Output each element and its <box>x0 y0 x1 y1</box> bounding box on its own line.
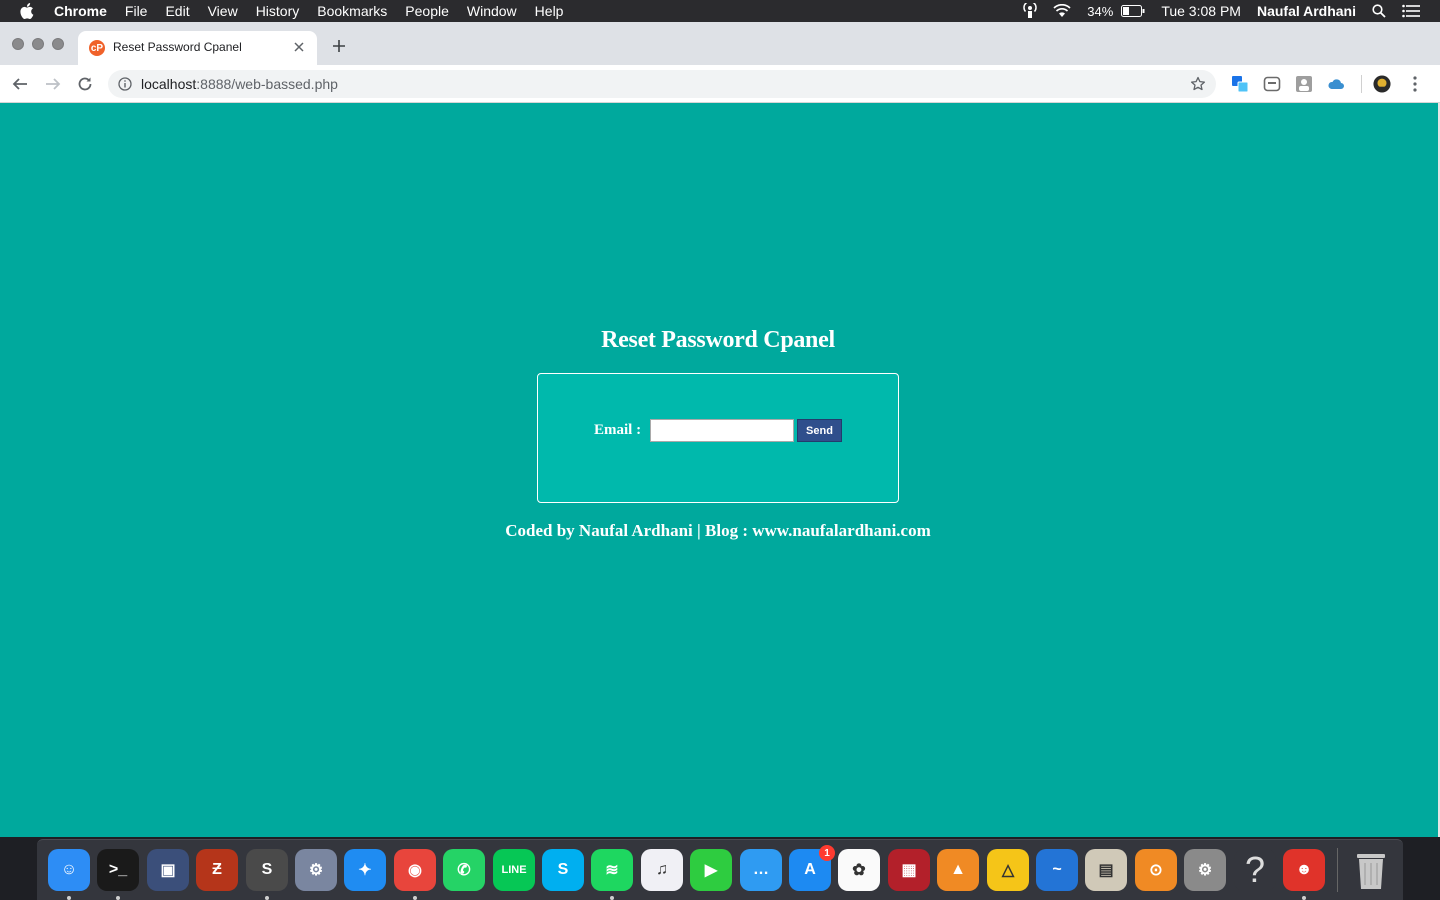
mail-app-icon[interactable]: ~ <box>1036 849 1078 891</box>
reset-form: Email : Send <box>537 373 899 503</box>
tab-close-icon[interactable] <box>291 39 307 55</box>
battery-percent[interactable]: 34% <box>1079 0 1121 22</box>
web-page: Reset Password Cpanel Email : Send Coded… <box>0 103 1438 837</box>
translate-extension-icon[interactable] <box>1231 75 1249 93</box>
running-indicator <box>67 896 71 900</box>
vpn-lock-icon[interactable]: ⊙ <box>1135 849 1177 891</box>
menu-app-chrome[interactable]: Chrome <box>54 0 116 22</box>
sublime-text-icon[interactable]: S <box>246 849 288 891</box>
filezilla-icon[interactable]: Ƶ <box>196 849 238 891</box>
menu-bookmarks[interactable]: Bookmarks <box>308 0 396 22</box>
url-text[interactable]: localhost:8888/web-bassed.php <box>141 76 338 92</box>
messages-icon[interactable]: … <box>740 849 782 891</box>
close-window-button[interactable] <box>12 38 24 50</box>
chrome-icon[interactable]: ◉ <box>394 849 436 891</box>
line-icon[interactable]: LINE <box>493 849 535 891</box>
send-button[interactable]: Send <box>797 419 842 442</box>
url-host: localhost <box>141 76 197 92</box>
footer-credit: Coded by Naufal Ardhani | Blog : www.nau… <box>505 521 931 540</box>
url-path: :8888/web-bassed.php <box>196 76 338 92</box>
bookmark-star-icon[interactable] <box>1190 76 1206 92</box>
menu-window[interactable]: Window <box>458 0 526 22</box>
google-drive-icon[interactable]: △ <box>987 849 1029 891</box>
spotify-icon[interactable]: ≋ <box>591 849 633 891</box>
system-preferences-icon[interactable]: ⚙ <box>1184 849 1226 891</box>
spotlight-search-icon[interactable] <box>1364 0 1394 22</box>
trash-icon[interactable] <box>1350 849 1392 891</box>
battery-icon[interactable] <box>1121 0 1153 22</box>
running-indicator <box>265 896 269 900</box>
menu-bar: Chrome File Edit View History Bookmarks … <box>0 0 1440 22</box>
menu-people[interactable]: People <box>396 0 458 22</box>
preferences-app-icon[interactable]: ⚙ <box>295 849 337 891</box>
apple-menu-icon[interactable] <box>0 0 54 22</box>
hotspot-shield-icon[interactable]: ☻ <box>1283 849 1325 891</box>
finder-icon[interactable]: ☺ <box>48 849 90 891</box>
user-name[interactable]: Naufal Ardhani <box>1249 0 1364 22</box>
photos-icon[interactable]: ✿ <box>838 849 880 891</box>
wifi-icon[interactable] <box>1045 0 1079 22</box>
airdrop-status-icon[interactable] <box>1015 0 1045 22</box>
new-tab-button[interactable] <box>330 37 348 55</box>
skype-icon[interactable]: S <box>542 849 584 891</box>
chrome-menu-icon[interactable] <box>1406 75 1424 93</box>
forward-button[interactable] <box>43 74 63 94</box>
cpanel-favicon-icon: cP <box>89 40 105 56</box>
menu-view[interactable]: View <box>199 0 247 22</box>
back-button[interactable] <box>10 74 30 94</box>
dock: ☺ >_ ▣ Ƶ S ⚙ ✦ ◉ ✆ LINE S ≋ ♫ ▶… A 1 ✿ ▦ ▲ △ ~ ▤ ⊙ ⚙? ☻ <box>37 839 1403 900</box>
email-label: Email : <box>594 422 642 438</box>
calculator-icon[interactable]: ▤ <box>1085 849 1127 891</box>
profile-avatar[interactable] <box>1373 75 1391 93</box>
running-indicator <box>1302 896 1306 900</box>
running-indicator <box>413 896 417 900</box>
address-bar[interactable]: localhost:8888/web-bassed.php <box>108 70 1216 98</box>
itunes-icon[interactable]: ♫ <box>641 849 683 891</box>
help-icon[interactable]: ? <box>1234 849 1276 891</box>
page-title: Reset Password Cpanel <box>601 327 835 353</box>
extension-screen-icon[interactable] <box>1263 75 1281 93</box>
running-indicator <box>610 896 614 900</box>
tab-strip: cP Reset Password Cpanel <box>0 22 1440 65</box>
virtualbox-icon[interactable]: ▣ <box>147 849 189 891</box>
running-indicator <box>116 896 120 900</box>
tab-title: Reset Password Cpanel <box>113 40 242 54</box>
cloud-extension-icon[interactable] <box>1327 75 1345 93</box>
minimize-window-button[interactable] <box>32 38 44 50</box>
clock[interactable]: Tue 3:08 PM <box>1153 0 1249 22</box>
tab-reset-password[interactable]: cP Reset Password Cpanel <box>78 31 317 65</box>
menu-file[interactable]: File <box>116 0 157 22</box>
photo-booth-icon[interactable]: ▦ <box>888 849 930 891</box>
notification-center-icon[interactable] <box>1394 0 1440 22</box>
toolbar-divider <box>1361 75 1362 93</box>
zoom-window-button[interactable] <box>52 38 64 50</box>
menu-edit[interactable]: Edit <box>156 0 198 22</box>
facetime-icon[interactable]: ▶ <box>690 849 732 891</box>
site-info-icon[interactable] <box>118 77 132 91</box>
safari-icon[interactable]: ✦ <box>344 849 386 891</box>
menu-history[interactable]: History <box>247 0 309 22</box>
menu-help[interactable]: Help <box>526 0 573 22</box>
email-input[interactable] <box>650 419 794 442</box>
extension-profile-icon[interactable] <box>1295 75 1313 93</box>
app-store-badge: 1 <box>819 845 835 861</box>
dock-separator <box>1337 848 1338 892</box>
reload-button[interactable] <box>75 74 95 94</box>
browser-toolbar: localhost:8888/web-bassed.php <box>0 65 1440 103</box>
terminal-icon[interactable]: >_ <box>97 849 139 891</box>
vlc-icon[interactable]: ▲ <box>937 849 979 891</box>
whatsapp-icon[interactable]: ✆ <box>443 849 485 891</box>
